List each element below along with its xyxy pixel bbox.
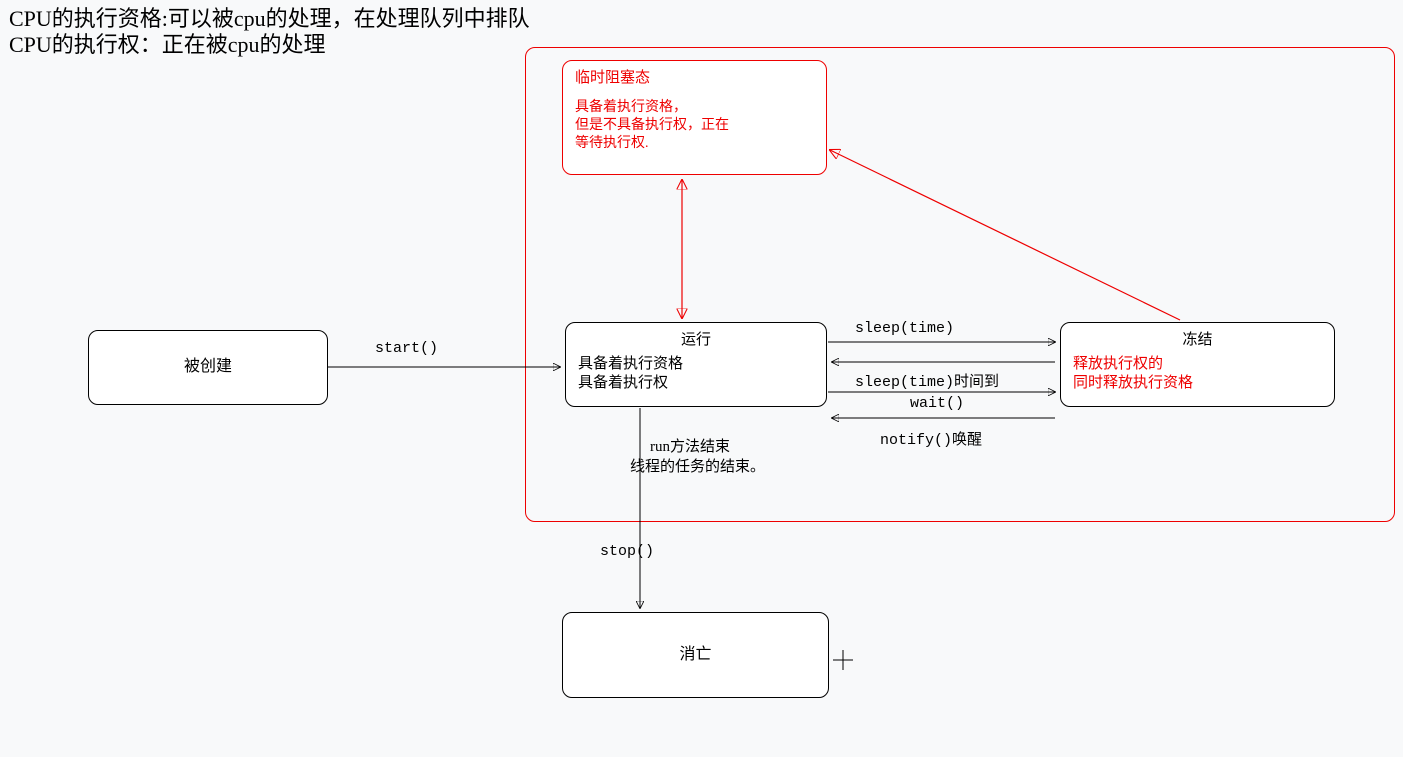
edge-run-end2-label: 线程的任务的结束。 xyxy=(630,455,765,476)
node-blocked-desc2: 但是不具备执行权，正在 xyxy=(575,117,814,135)
edge-start-label: start() xyxy=(375,340,438,357)
node-dead-title: 消亡 xyxy=(679,645,711,666)
edge-notify-label: notify()唤醒 xyxy=(880,428,982,449)
node-frozen-title: 冻结 xyxy=(1073,331,1322,351)
node-blocked-title: 临时阻塞态 xyxy=(575,69,814,89)
node-created-title: 被创建 xyxy=(184,357,232,378)
node-blocked: 临时阻塞态 具备着执行资格， 但是不具备执行权，正在 等待执行权. xyxy=(562,60,827,175)
node-running-title: 运行 xyxy=(578,331,814,351)
node-created: 被创建 xyxy=(88,330,328,405)
node-blocked-desc3: 等待执行权. xyxy=(575,135,814,153)
node-dead: 消亡 xyxy=(562,612,829,698)
node-frozen-desc2: 同时释放执行资格 xyxy=(1073,374,1322,394)
node-frozen-desc1: 释放执行权的 xyxy=(1073,355,1322,375)
node-running: 运行 具备着执行资格 具备着执行权 xyxy=(565,322,827,407)
node-blocked-desc1: 具备着执行资格， xyxy=(575,99,814,117)
edge-run-end1-label: run方法结束 xyxy=(650,435,730,456)
cursor-icon xyxy=(833,650,853,670)
edge-sleep-back-label: sleep(time)时间到 xyxy=(855,370,999,391)
edge-sleep-label: sleep(time) xyxy=(855,320,954,337)
node-frozen: 冻结 释放执行权的 同时释放执行资格 xyxy=(1060,322,1335,407)
node-running-desc1: 具备着执行资格 xyxy=(578,355,814,375)
heading-line2: CPU的执行权：正在被cpu的处理 xyxy=(9,27,326,59)
edge-wait-label: wait() xyxy=(910,395,964,412)
edge-stop-label: stop() xyxy=(600,543,654,560)
node-running-desc2: 具备着执行权 xyxy=(578,374,814,394)
